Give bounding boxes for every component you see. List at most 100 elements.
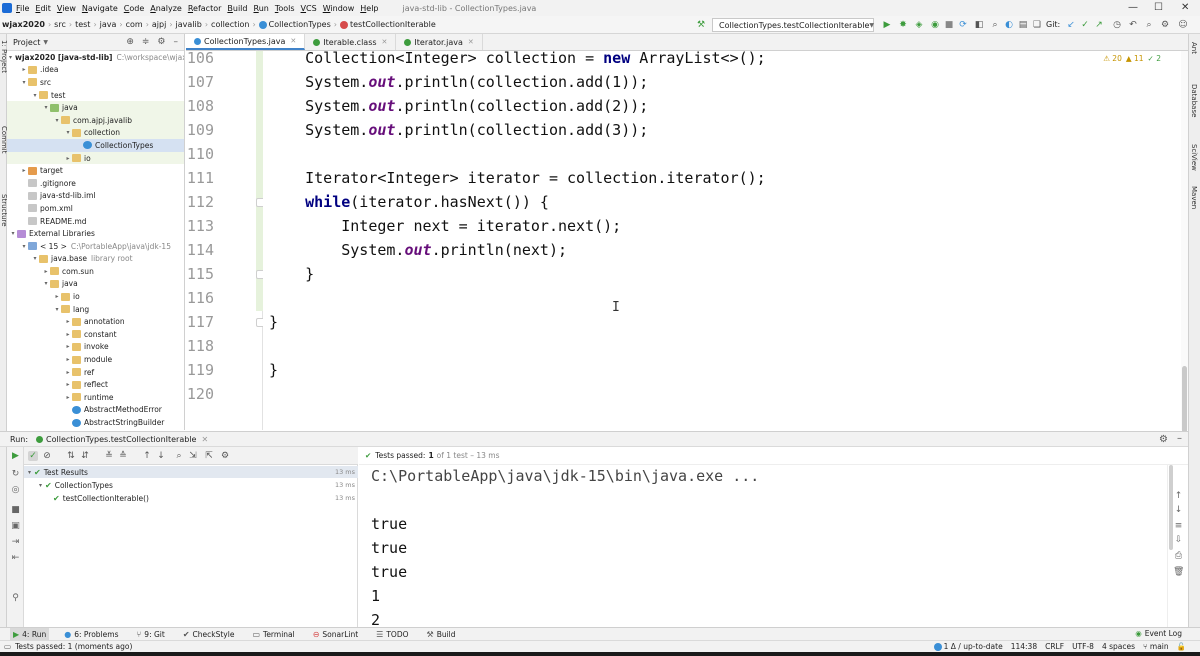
add-icon[interactable]: ⊕ [126, 37, 134, 47]
show-ignored-icon[interactable]: ⊘ [42, 451, 52, 461]
database-tool-label[interactable]: Database [1190, 84, 1198, 117]
git-update-icon[interactable]: ↙ [1066, 20, 1076, 30]
close-icon[interactable]: ✕ [290, 37, 296, 45]
maven-tool-label[interactable]: Maven [1190, 186, 1198, 209]
test-tree-item[interactable]: ✔ testCollectionIterable() 13 ms [24, 492, 358, 504]
git-push-icon[interactable]: ↗ [1094, 20, 1104, 30]
project-tree-item[interactable]: ▸ ref [7, 366, 184, 379]
trash-icon[interactable]: 🗑 [1173, 567, 1184, 578]
menu-window[interactable]: Window [323, 4, 355, 13]
next-test-icon[interactable]: ↓ [156, 451, 166, 461]
project-tree-item[interactable]: java-std-lib.iml [7, 190, 184, 203]
project-tree-item[interactable]: ▾ lang [7, 303, 184, 316]
update-icon[interactable]: ⟳ [958, 20, 968, 30]
project-tree-item[interactable]: ▸ com.sun [7, 265, 184, 278]
tab-collectiontypes-java[interactable]: CollectionTypes.java ✕ [186, 34, 306, 50]
stop-icon[interactable]: ■ [944, 20, 954, 30]
test-tree-item[interactable]: ▾ ✔ Test Results 13 ms [24, 466, 358, 478]
chevron-down-icon[interactable]: ▾ [53, 117, 61, 124]
run-configuration-selector[interactable]: CollectionTypes.testCollectionIterable ▼ [712, 18, 874, 32]
chevron-down-icon[interactable]: ▾ [9, 54, 12, 61]
code-line[interactable]: Iterator<Integer> iterator = collection.… [269, 169, 766, 187]
expand-all-icon[interactable]: ≚ [104, 451, 114, 461]
import-icon[interactable]: ⇤ [10, 553, 21, 564]
chevron-right-icon[interactable]: ▸ [42, 268, 50, 275]
project-tree-item[interactable]: pom.xml [7, 202, 184, 215]
editor-scrollbar[interactable] [1181, 51, 1188, 436]
export-icon[interactable]: ⇥ [10, 537, 21, 548]
git-branch[interactable]: ⑂ main [1143, 642, 1169, 651]
coverage-icon[interactable]: ◈ [914, 20, 924, 30]
export-results-icon[interactable]: ⇲ [188, 451, 198, 461]
checkstyle-tool-button[interactable]: ✔ CheckStyle [180, 628, 238, 640]
search-icon[interactable]: ⌕ [1144, 20, 1154, 30]
chevron-right-icon[interactable]: ▸ [53, 293, 61, 300]
todo-tool-button[interactable]: ☰ TODO [373, 628, 411, 640]
project-tree-item[interactable]: ▾ java.base library root [7, 253, 184, 266]
breadcrumb-collection[interactable]: collection [211, 20, 249, 29]
search-icon[interactable]: ⌕ [174, 451, 184, 461]
tab-iterator-java[interactable]: Iterator.java ✕ [396, 34, 483, 50]
debug-icon[interactable]: ✸ [898, 20, 908, 30]
gear-icon[interactable]: ⚙ [157, 37, 165, 47]
project-tree-item[interactable]: ▾ src [7, 76, 184, 89]
code-line[interactable]: } [269, 361, 278, 379]
maximize-button[interactable]: ☐ [1154, 2, 1163, 13]
project-tree-item[interactable]: ▸ io [7, 290, 184, 303]
chevron-down-icon[interactable]: ▾ [9, 230, 17, 237]
close-icon[interactable]: ✕ [468, 38, 474, 46]
project-tree-item[interactable]: ▸ invoke [7, 341, 184, 354]
chevron-down-icon[interactable]: ▾ [42, 280, 50, 287]
project-tree-item[interactable]: ▸ target [7, 164, 184, 177]
problems-tool-button[interactable]: ● 6: Problems [61, 628, 121, 640]
menu-analyze[interactable]: Analyze [150, 4, 182, 13]
terminal-tool-button[interactable]: ▭ Terminal [249, 628, 297, 640]
sciview-tool-label[interactable]: SciView [1190, 144, 1198, 171]
sonarlint-tool-button[interactable]: ⊖ SonarLint [310, 628, 361, 640]
hide-icon[interactable]: – [1177, 433, 1182, 444]
project-structure-icon[interactable]: ▤ [1018, 20, 1028, 30]
test-tree-item[interactable]: ▾ ✔ CollectionTypes 13 ms [24, 479, 358, 491]
inspection-widget[interactable]: ⚠ 20 ▲ 11 ✓ 2 [1103, 54, 1161, 63]
project-view-selector[interactable]: Project [13, 38, 40, 47]
indent-setting[interactable]: 4 spaces [1102, 642, 1135, 651]
menu-build[interactable]: Build [227, 4, 247, 13]
project-tree-item[interactable]: CollectionTypes [7, 139, 184, 152]
print-icon[interactable]: ⎙ [1173, 551, 1184, 562]
close-icon[interactable]: ✕ [382, 38, 388, 46]
menu-file[interactable]: File [16, 4, 29, 13]
chevron-down-icon[interactable]: ▾ [42, 104, 50, 111]
chevron-right-icon[interactable]: ▸ [64, 343, 72, 350]
build-tool-button[interactable]: ⚒ Build [424, 628, 459, 640]
minimize-button[interactable]: — [1128, 2, 1138, 13]
project-tree-item[interactable]: ▸ io [7, 151, 184, 165]
toggle-autotest-icon[interactable]: ◎ [10, 485, 21, 496]
rerun-icon[interactable]: ▶ [10, 451, 21, 462]
event-log-button[interactable]: ◉ Event Log [1135, 629, 1182, 638]
breadcrumb-java[interactable]: java [100, 20, 117, 29]
hide-icon[interactable]: – [174, 37, 179, 47]
code-editor[interactable]: ⚠ 20 ▲ 11 ✓ 2 Collection<Integer> collec… [263, 51, 1181, 430]
project-tree-item[interactable]: AbstractStringBuilder [7, 416, 184, 429]
chevron-right-icon[interactable]: ▸ [64, 381, 72, 388]
sort-alpha-icon[interactable]: ⇅ [66, 451, 76, 461]
soft-wrap-icon[interactable]: ≡ [1173, 521, 1184, 532]
file-encoding[interactable]: UTF-8 [1072, 642, 1094, 651]
breadcrumb-com[interactable]: com [126, 20, 143, 29]
project-tree-item[interactable]: .gitignore [7, 177, 184, 190]
chevron-down-icon[interactable]: ▾ [20, 243, 28, 250]
scrollbar-thumb[interactable] [1182, 366, 1187, 436]
run-icon[interactable]: ▶ [882, 20, 892, 30]
show-passed-icon[interactable]: ✓ [28, 451, 38, 461]
search-everywhere-icon[interactable]: ⌕ [990, 20, 1000, 30]
project-tree-item[interactable]: ▾ java [7, 278, 184, 291]
collapse-all-icon[interactable]: ≑ [142, 37, 150, 47]
user-icon[interactable]: ☺ [1178, 20, 1188, 30]
history-icon[interactable]: ◷ [1112, 20, 1122, 30]
chevron-down-icon[interactable]: ▾ [31, 255, 39, 262]
chevron-down-icon[interactable]: ▾ [39, 482, 42, 489]
breadcrumb-ajpj[interactable]: ajpj [152, 20, 166, 29]
gear-icon[interactable]: ⚙ [220, 451, 230, 461]
chevron-down-icon[interactable]: ▾ [28, 469, 31, 476]
code-line[interactable]: System.out.println(collection.add(3)); [269, 121, 648, 139]
